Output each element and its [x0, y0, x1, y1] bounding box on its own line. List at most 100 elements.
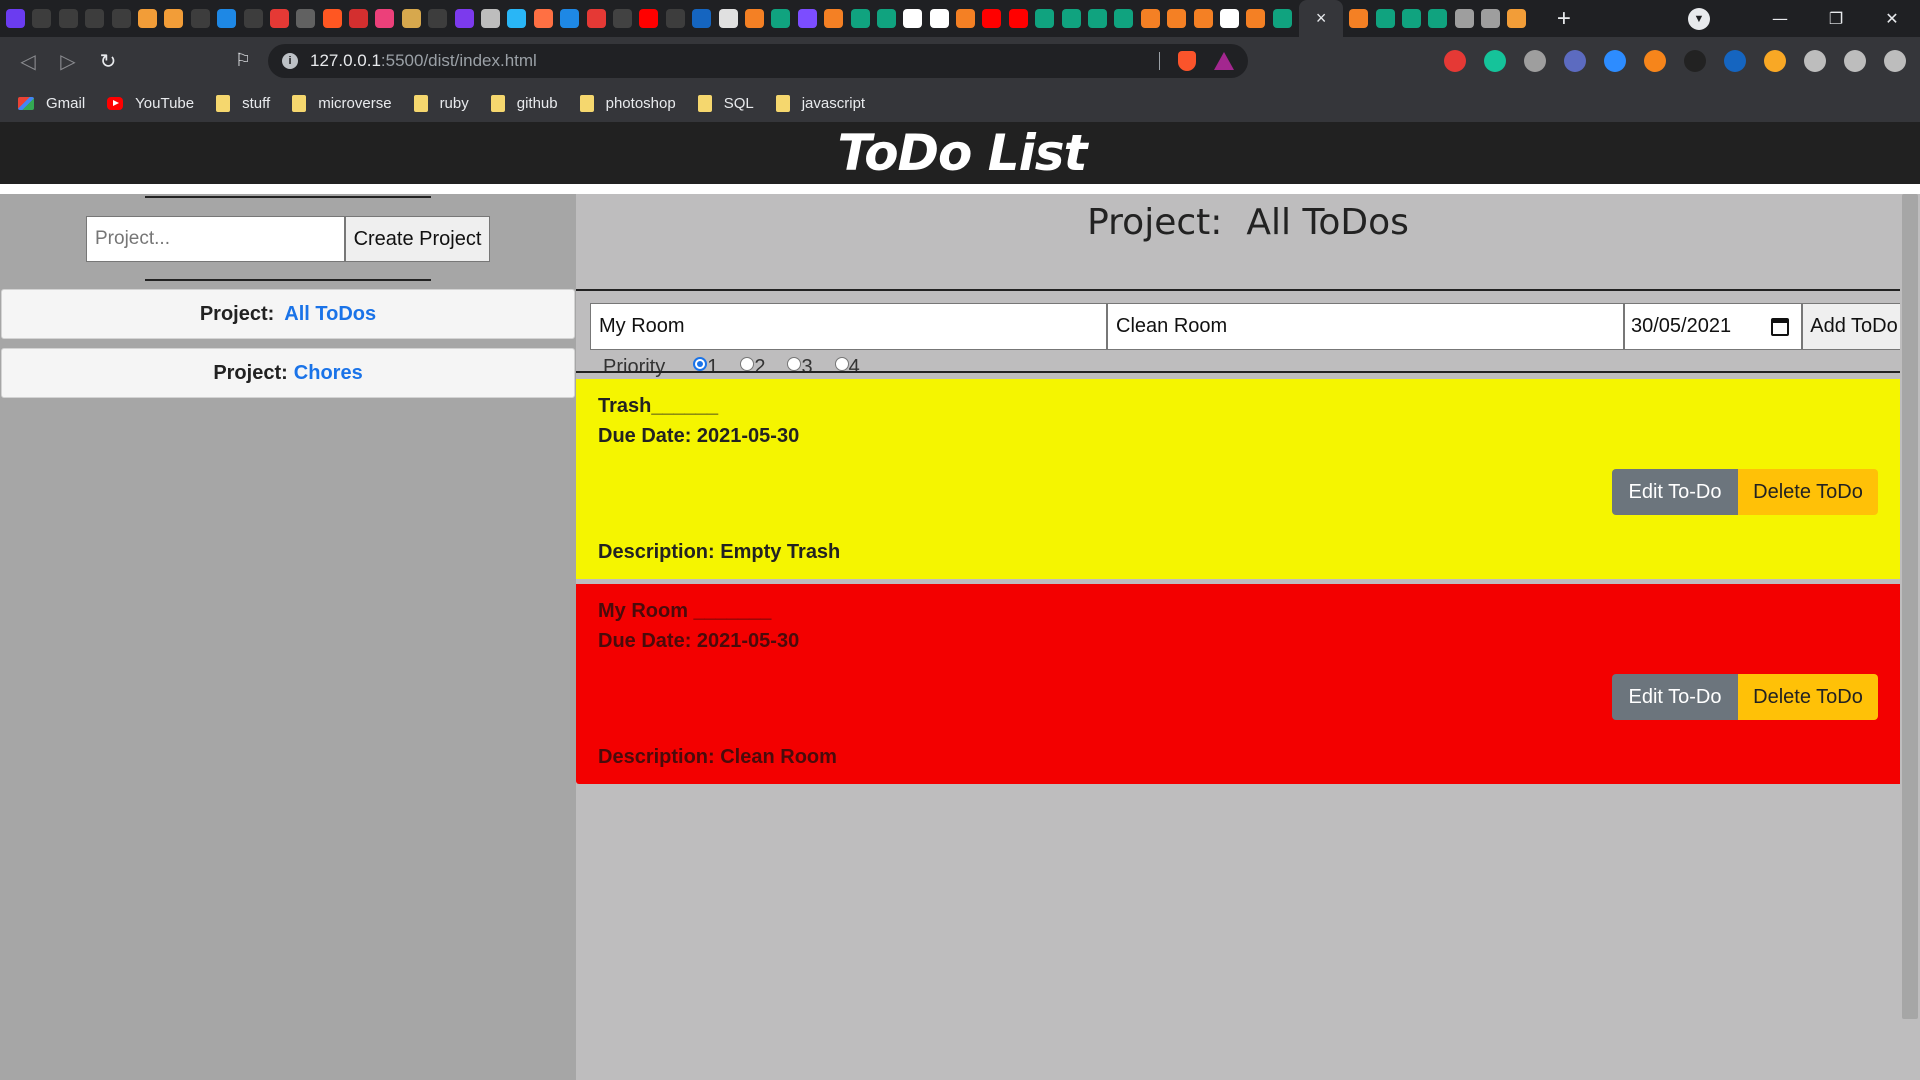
tab-favicon-icon[interactable]	[1272, 9, 1292, 28]
bookmark-item[interactable]: photoshop	[579, 94, 676, 112]
tab-favicon-icon[interactable]	[454, 9, 474, 28]
bookmark-item[interactable]: YouTube	[107, 95, 194, 112]
tab-favicon-icon[interactable]	[1167, 9, 1187, 28]
close-window-button[interactable]: ✕	[1864, 0, 1920, 37]
bookmark-item[interactable]: ruby	[413, 94, 469, 112]
scrollbar-thumb[interactable]	[1902, 194, 1918, 1019]
priority-radio-4[interactable]: 4	[834, 356, 860, 379]
tab-favicon-icon[interactable]	[269, 9, 289, 28]
bookmark-item[interactable]: github	[490, 94, 558, 112]
address-bar[interactable]: i 127.0.0.1:5500/dist/index.html	[268, 43, 1248, 78]
tab-favicon-icon[interactable]	[507, 9, 527, 28]
priority-radio-3[interactable]: 3	[787, 356, 813, 379]
add-todo-button[interactable]: Add ToDo	[1802, 303, 1906, 350]
project-item-name[interactable]: Chores	[294, 362, 363, 385]
forward-icon[interactable]: ▷	[48, 37, 88, 84]
priority-radio-2[interactable]: 2	[740, 356, 765, 379]
tab-favicon-icon[interactable]	[876, 9, 896, 28]
priority-radio-1[interactable]: 1	[693, 356, 718, 379]
tab-favicon-icon[interactable]	[824, 9, 844, 28]
tab-favicon-icon[interactable]	[639, 9, 659, 28]
tab-favicon-icon[interactable]	[1349, 9, 1369, 28]
create-project-button[interactable]: Create Project	[345, 216, 490, 262]
tab-favicon-icon[interactable]	[217, 9, 237, 28]
extension-icon[interactable]	[1684, 49, 1706, 72]
extension-icon[interactable]	[1484, 49, 1506, 72]
extension-icon[interactable]	[1804, 49, 1826, 72]
tab-favicon-icon[interactable]	[375, 9, 395, 28]
bookmark-item[interactable]: microverse	[292, 94, 392, 112]
tab-favicon-icon[interactable]	[32, 9, 52, 28]
new-tab-icon[interactable]: +	[1552, 5, 1576, 33]
todo-title-input[interactable]	[590, 303, 1107, 350]
tab-favicon-icon[interactable]	[58, 9, 78, 28]
todo-description-input[interactable]	[1107, 303, 1624, 350]
tab-favicon-icon[interactable]	[1401, 9, 1421, 28]
reload-icon[interactable]: ↻	[88, 37, 128, 84]
tab-favicon-icon[interactable]	[243, 9, 263, 28]
tab-favicon-icon[interactable]	[692, 9, 712, 28]
tab-favicon-icon[interactable]	[296, 9, 316, 28]
tab-favicon-icon[interactable]	[137, 9, 157, 28]
extension-icon[interactable]	[1604, 49, 1626, 72]
tab-favicon-icon[interactable]	[1088, 9, 1108, 28]
extension-icon[interactable]	[1444, 49, 1466, 72]
extension-icon[interactable]	[1524, 49, 1546, 72]
tab-favicon-icon[interactable]	[428, 9, 448, 28]
extension-icon[interactable]	[1724, 49, 1746, 72]
bookmark-item[interactable]: javascript	[775, 94, 865, 112]
tab-favicon-icon[interactable]	[164, 9, 184, 28]
tab-favicon-icon[interactable]	[665, 9, 685, 28]
tab-favicon-icon[interactable]	[956, 9, 976, 28]
tab-favicon-icon[interactable]	[850, 9, 870, 28]
tab-favicon-icon[interactable]	[1507, 9, 1527, 28]
todo-date-input[interactable]: 30/05/2021	[1624, 303, 1802, 350]
tab-favicon-icon[interactable]	[1193, 9, 1213, 28]
bookmark-item[interactable]: SQL	[697, 94, 754, 112]
edit-todo-button[interactable]: Edit To-Do	[1612, 469, 1738, 515]
restore-button[interactable]: ❐	[1808, 0, 1864, 37]
tab-favicon-icon[interactable]	[982, 9, 1002, 28]
tab-favicon-icon[interactable]	[1375, 9, 1395, 28]
delete-todo-button[interactable]: Delete ToDo	[1738, 674, 1878, 720]
tab-favicon-icon[interactable]	[744, 9, 764, 28]
radio-button[interactable]	[834, 356, 849, 371]
radio-button[interactable]	[693, 356, 708, 371]
tab-favicon-icon[interactable]	[1035, 9, 1055, 28]
edit-todo-button[interactable]: Edit To-Do	[1612, 674, 1738, 720]
tab-favicon-icon[interactable]	[401, 9, 421, 28]
bookmark-icon[interactable]: ⚐	[228, 50, 258, 71]
tab-favicon-icon[interactable]	[481, 9, 501, 28]
radio-button[interactable]	[787, 356, 802, 371]
tab-favicon-icon[interactable]	[1481, 9, 1501, 28]
extension-icon[interactable]	[1564, 49, 1586, 72]
tab-favicon-icon[interactable]	[612, 9, 632, 28]
active-tab-close-icon[interactable]: ×	[1299, 0, 1344, 37]
tab-favicon-icon[interactable]	[1008, 9, 1028, 28]
tab-favicon-icon[interactable]	[85, 9, 105, 28]
tab-favicon-icon[interactable]	[349, 9, 369, 28]
tab-favicon-icon[interactable]	[1114, 9, 1134, 28]
brave-rewards-icon[interactable]	[1214, 51, 1234, 70]
extension-icon[interactable]	[1884, 49, 1906, 72]
tab-favicon-icon[interactable]	[190, 9, 210, 28]
project-name-input[interactable]	[86, 216, 345, 262]
project-item-chores[interactable]: Project: Chores	[1, 348, 575, 398]
tab-favicon-icon[interactable]	[1061, 9, 1081, 28]
tab-favicon-icon[interactable]	[6, 9, 25, 28]
brave-shields-icon[interactable]	[1178, 50, 1196, 71]
bookmark-item[interactable]: stuff	[216, 94, 270, 112]
tab-favicon-icon[interactable]	[586, 9, 606, 28]
extension-icon[interactable]	[1844, 49, 1866, 72]
tab-favicon-icon[interactable]	[111, 9, 131, 28]
tab-favicon-icon[interactable]	[1454, 9, 1474, 28]
tab-favicon-icon[interactable]	[797, 9, 817, 28]
tab-favicon-icon[interactable]	[322, 9, 342, 28]
tab-search-icon[interactable]: ▼	[1688, 7, 1710, 30]
project-item-name[interactable]: All ToDos	[284, 303, 376, 326]
calendar-icon[interactable]	[1771, 317, 1789, 336]
tab-favicon-icon[interactable]	[718, 9, 738, 28]
tab-favicon-icon[interactable]	[1246, 9, 1266, 28]
project-item-all-todos[interactable]: Project: All ToDos	[1, 289, 575, 339]
tab-favicon-icon[interactable]	[771, 9, 791, 28]
